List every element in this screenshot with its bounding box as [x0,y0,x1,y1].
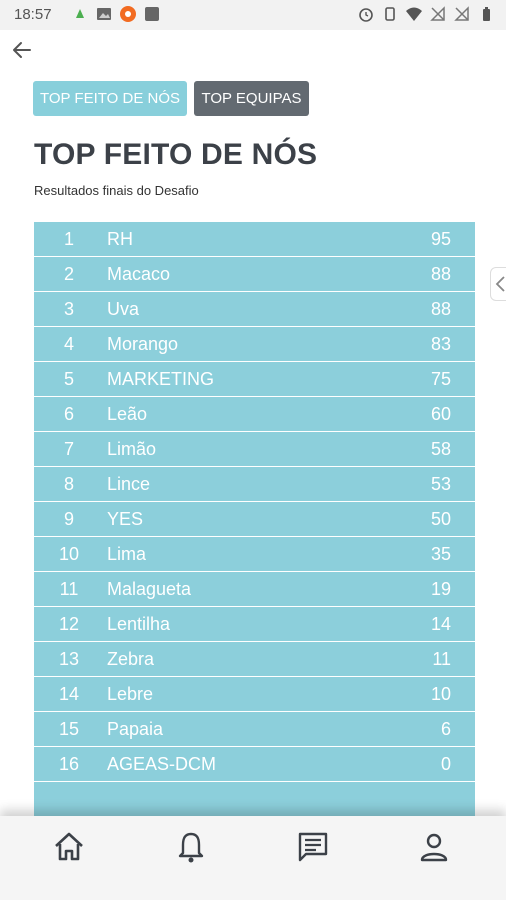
rank-score: 19 [430,579,451,599]
rank-name: MARKETING [107,369,215,389]
ranking-row: 10 Lima 35 [34,537,475,572]
rank-name: Leão [107,404,148,424]
rank-name: RH [107,229,133,249]
ranking-row: 15 Papaia 6 [34,712,475,747]
rank-name: Limão [107,439,157,459]
square-app-icon [145,7,159,21]
rank-position: 8 [63,474,74,494]
rank-position: 13 [58,649,80,669]
rank-position: 1 [63,229,74,249]
rank-position: 3 [63,299,74,319]
status-bar: 18:57 [0,0,506,30]
rank-name: Lince [107,474,151,494]
page-title: TOP FEITO DE NÓS [34,138,318,171]
rank-score: 60 [430,404,451,424]
no-signal-icon-2 [454,6,469,21]
notification-icons [72,6,160,22]
rank-score: 35 [430,544,451,564]
rank-score: 58 [430,439,451,459]
ranking-row: 1 RH 95 [34,222,475,257]
rank-name: Lebre [107,684,154,704]
chat-icon[interactable] [296,830,330,864]
rank-name: Malagueta [107,579,192,599]
vibrate-icon [385,7,395,21]
rank-name: Macaco [107,264,171,284]
rank-score: 53 [430,474,451,494]
tab-top-equipas[interactable]: TOP EQUIPAS [194,81,309,116]
wifi-icon [406,7,422,21]
profile-icon[interactable] [417,830,451,864]
rank-name: Papaia [107,719,164,739]
rank-score: 10 [430,684,451,704]
bell-icon[interactable] [174,830,208,864]
rank-score: 0 [440,754,451,774]
ranking-row: 3 Uva 88 [34,292,475,327]
ranking-row: 12 Lentilha 14 [34,607,475,642]
rank-name: Uva [107,299,140,319]
bottom-nav [0,816,506,900]
share-handle[interactable] [490,267,506,301]
app-badge-icon [120,6,136,22]
alarm-icon [359,8,373,22]
rank-position: 9 [63,509,74,529]
ranking-row: 8 Lince 53 [34,467,475,502]
back-arrow-icon[interactable] [8,36,36,64]
rank-position: 2 [63,264,74,284]
rank-name: Morango [107,334,179,354]
rank-position: 5 [63,369,74,389]
battery-icon [483,7,490,21]
rank-name: AGEAS-DCM [107,754,217,774]
ranking-row: 5 MARKETING 75 [34,362,475,397]
rank-score: 83 [430,334,451,354]
rank-position: 11 [59,579,79,599]
rank-position: 15 [58,719,80,739]
rank-score: 75 [430,369,451,389]
rank-position: 6 [63,404,74,424]
rank-position: 12 [58,614,80,634]
rank-name: Lentilha [107,614,171,634]
rank-position: 7 [63,439,74,459]
share-icon [495,276,505,292]
page-subtitle: Resultados finais do Desafio [34,183,199,198]
ranking-row: 9 YES 50 [34,502,475,537]
rank-score: 95 [430,229,451,249]
rank-name: YES [107,509,144,529]
rank-score: 50 [430,509,451,529]
app-screen: 18:57 TOP FEITO DE NÓS TOP EQUIPAS TOP F… [0,0,506,900]
rank-position: 16 [58,754,80,774]
rank-score: 88 [430,264,451,284]
rank-name: Lima [107,544,147,564]
ranking-row: 7 Limão 58 [34,432,475,467]
signal-arrow-icon [76,9,84,18]
ranking-row: 14 Lebre 10 [34,677,475,712]
no-signal-icon [430,6,445,21]
ranking-row: 4 Morango 83 [34,327,475,362]
home-icon[interactable] [52,830,86,864]
system-icons [358,6,494,22]
ranking-row: 6 Leão 60 [34,397,475,432]
rank-position: 14 [58,684,80,704]
rank-position: 4 [63,334,74,354]
ranking-row: 16 AGEAS-DCM 0 [34,747,475,782]
ranking-row: 11 Malagueta 19 [34,572,475,607]
rank-score: 6 [440,719,451,739]
status-time: 18:57 [14,6,52,23]
rank-score: 14 [430,614,451,634]
ranking-row: 13 Zebra 11 [34,642,475,677]
rank-score: 88 [430,299,451,319]
rank-position: 10 [58,544,80,564]
rank-name: Zebra [107,649,155,669]
tab-top-feito-de-nos[interactable]: TOP FEITO DE NÓS [33,81,187,116]
image-icon [97,8,111,20]
ranking-row: 2 Macaco 88 [34,257,475,292]
rank-score: 11 [432,649,451,669]
ranking-table: 1 RH 95 2 Macaco 88 3 Uva 88 4 Morango 83 5 MARKETING… [34,222,475,822]
